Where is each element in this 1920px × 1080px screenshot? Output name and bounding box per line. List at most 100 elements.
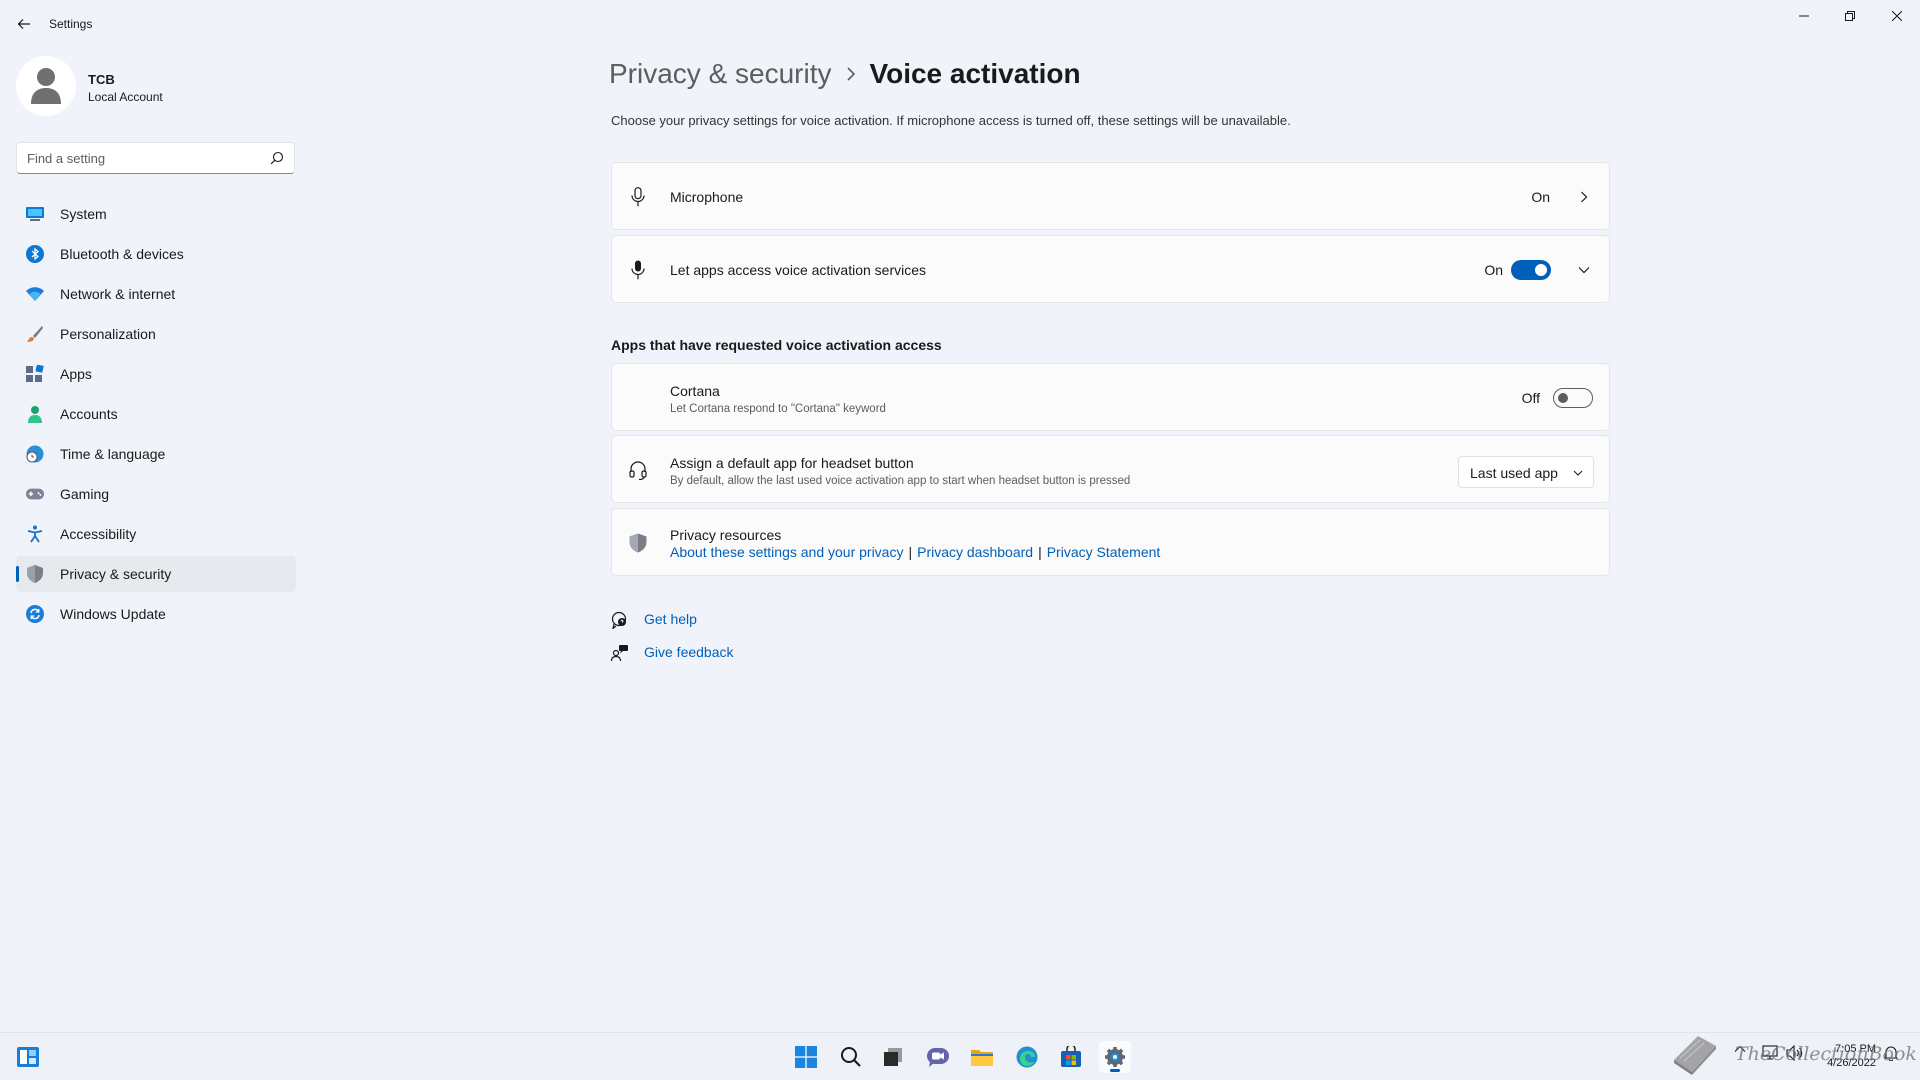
toggle-knob — [1535, 264, 1547, 276]
shield-icon — [628, 533, 648, 553]
microphone-icon — [628, 187, 648, 207]
gamepad-icon — [26, 485, 44, 503]
app-title: Settings — [49, 17, 93, 31]
link-separator: | — [908, 544, 913, 560]
voice-services-toggle[interactable] — [1511, 260, 1551, 280]
edge-icon[interactable] — [1011, 1041, 1043, 1073]
voice-services-card[interactable]: Let apps access voice activation service… — [611, 235, 1610, 303]
account-type: Local Account — [88, 90, 163, 104]
microphone-card[interactable]: Microphone On — [611, 162, 1610, 230]
globe-clock-icon — [26, 445, 44, 463]
sidebar-item-personalization[interactable]: Personalization — [16, 316, 296, 352]
section-header: Apps that have requested voice activatio… — [611, 337, 942, 353]
accessibility-icon — [26, 525, 44, 543]
sidebar-item-accessibility[interactable]: Accessibility — [16, 516, 296, 552]
user-name: TCB — [88, 72, 115, 87]
taskbar: 7:05 PM 4/26/2022 — [0, 1032, 1920, 1080]
sidebar-item-label: Personalization — [60, 326, 156, 342]
watermark-text: TheCollectionBook — [1735, 1043, 1917, 1065]
breadcrumb-parent[interactable]: Privacy & security — [609, 58, 832, 90]
headset-icon — [628, 460, 648, 480]
apps-icon — [26, 365, 44, 383]
microphone-state: On — [1531, 189, 1550, 205]
system-icon — [26, 205, 44, 223]
store-icon[interactable] — [1055, 1041, 1087, 1073]
sidebar-item-label: Gaming — [60, 486, 110, 502]
search-icon[interactable] — [835, 1041, 867, 1073]
headset-title: Assign a default app for headset button — [670, 455, 914, 471]
sidebar-item-bluetooth[interactable]: Bluetooth & devices — [16, 236, 296, 272]
dropdown-selected-value: Last used app — [1470, 465, 1558, 481]
search-icon[interactable] — [270, 151, 284, 165]
chevron-right-icon[interactable] — [1576, 189, 1592, 205]
breadcrumb: Privacy & security Voice activation — [609, 54, 1081, 94]
sidebar-item-network[interactable]: Network & internet — [16, 276, 296, 312]
sidebar-item-label: Network & internet — [60, 286, 176, 302]
user-profile[interactable]: TCB Local Account — [16, 56, 296, 116]
privacy-resources-card: Privacy resources — [611, 508, 1610, 576]
privacy-links: About these settings and your privacy | … — [670, 544, 1160, 560]
sidebar-item-time-language[interactable]: Time & language — [16, 436, 296, 472]
widgets-icon[interactable] — [12, 1041, 44, 1073]
sidebar-item-windows-update[interactable]: Windows Update — [16, 596, 296, 632]
chat-icon[interactable] — [922, 1041, 954, 1073]
start-icon[interactable] — [790, 1041, 822, 1073]
cortana-title: Cortana — [670, 383, 720, 399]
toggle-knob — [1558, 393, 1568, 403]
sidebar-item-gaming[interactable]: Gaming — [16, 476, 296, 512]
sidebar-item-accounts[interactable]: Accounts — [16, 396, 296, 432]
sidebar-item-label: Accounts — [60, 406, 118, 422]
give-feedback-link[interactable]: Give feedback — [644, 644, 734, 660]
privacy-statement-link[interactable]: Privacy Statement — [1047, 544, 1161, 560]
person-icon — [26, 405, 44, 423]
search-input[interactable] — [27, 149, 257, 167]
privacy-dashboard-link[interactable]: Privacy dashboard — [917, 544, 1033, 560]
brush-icon — [26, 325, 44, 343]
settings-icon[interactable] — [1099, 1041, 1131, 1073]
search-box[interactable] — [16, 142, 295, 174]
chevron-right-icon — [846, 67, 856, 81]
headset-app-dropdown[interactable]: Last used app — [1458, 456, 1594, 488]
chevron-down-icon[interactable] — [1576, 262, 1592, 278]
title-bar: Settings — [0, 0, 1920, 48]
sidebar-item-label: Apps — [60, 366, 92, 382]
page-description: Choose your privacy settings for voice a… — [611, 113, 1291, 128]
sidebar-item-system[interactable]: System — [16, 196, 296, 232]
back-arrow-icon[interactable] — [14, 14, 34, 34]
microphone-title: Microphone — [670, 189, 744, 205]
sidebar-nav: System Bluetooth & devices Network & int… — [16, 196, 296, 636]
voice-services-title: Let apps access voice activation service… — [670, 262, 927, 278]
avatar[interactable] — [16, 56, 76, 116]
wifi-icon — [26, 285, 44, 303]
shield-icon — [26, 565, 44, 583]
page-title: Voice activation — [869, 58, 1081, 89]
cortana-subtitle: Let Cortana respond to "Cortana" keyword — [670, 403, 886, 415]
task-view-icon[interactable] — [877, 1041, 909, 1073]
link-separator: | — [1038, 544, 1042, 560]
bluetooth-icon — [26, 245, 44, 263]
chevron-down-icon — [1571, 466, 1585, 480]
give-feedback-row[interactable]: Give feedback — [611, 643, 734, 663]
close-button[interactable] — [1879, 6, 1915, 26]
cortana-card[interactable]: Cortana Let Cortana respond to "Cortana"… — [611, 363, 1610, 431]
sidebar-item-privacy-security[interactable]: Privacy & security — [16, 556, 296, 592]
sidebar-item-label: Bluetooth & devices — [60, 246, 184, 262]
help-icon — [611, 611, 629, 629]
privacy-resources-title: Privacy resources — [670, 527, 782, 543]
headset-subtitle: By default, allow the last used voice ac… — [670, 475, 1131, 487]
sidebar-item-label: Time & language — [60, 446, 166, 462]
feedback-icon — [611, 644, 629, 662]
cortana-toggle[interactable] — [1553, 388, 1593, 408]
get-help-link[interactable]: Get help — [644, 611, 697, 627]
get-help-row[interactable]: Get help — [611, 610, 697, 630]
about-settings-link[interactable]: About these settings and your privacy — [670, 544, 903, 560]
microphone-filled-icon — [628, 260, 648, 280]
minimize-button[interactable] — [1786, 6, 1822, 26]
restore-button[interactable] — [1832, 6, 1868, 26]
file-explorer-icon[interactable] — [966, 1041, 998, 1073]
update-icon — [26, 605, 44, 623]
sidebar-item-label: Windows Update — [60, 606, 166, 622]
sidebar-item-apps[interactable]: Apps — [16, 356, 296, 392]
cortana-state: Off — [1521, 390, 1540, 406]
sidebar-item-label: Accessibility — [60, 526, 137, 542]
